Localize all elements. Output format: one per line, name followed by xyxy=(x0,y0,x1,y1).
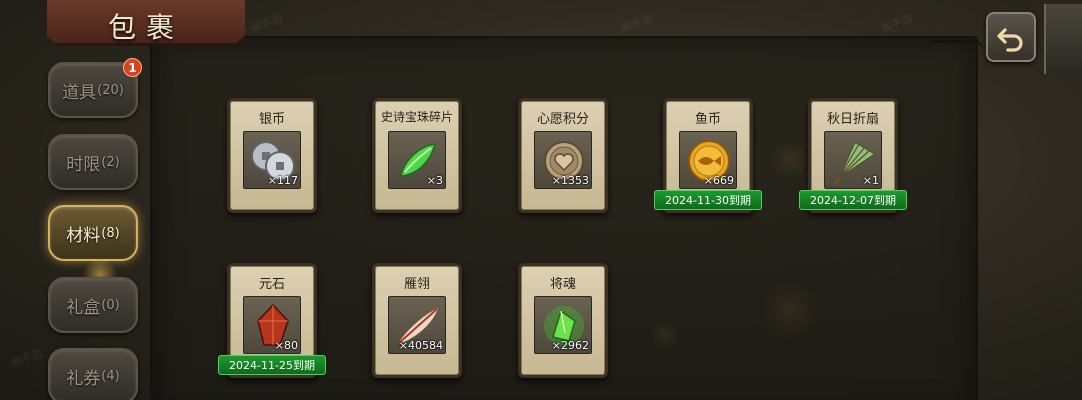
tab-count: (0) xyxy=(101,297,120,313)
back-arrow-icon xyxy=(997,28,1023,52)
item-quantity: ×1353 xyxy=(551,174,589,187)
expiry-tag: 2024-11-30到期 xyxy=(654,190,762,210)
tab-coupons[interactable]: 礼券 (4) xyxy=(48,348,138,400)
item-quantity: ×3 xyxy=(426,174,443,187)
expiry-tag: 2024-11-25到期 xyxy=(218,355,326,375)
item-quantity: ×40584 xyxy=(398,339,443,352)
notification-badge: 1 xyxy=(123,58,142,77)
tab-giftbox[interactable]: 礼盒 (0) xyxy=(48,277,138,333)
item-icon-frame: ×117 xyxy=(243,131,301,189)
tab-materials[interactable]: 材料 (8) xyxy=(48,205,138,261)
item-name: 将魂 xyxy=(549,277,576,292)
tab-count: (20) xyxy=(97,82,124,98)
tab-timed[interactable]: 时限 (2) xyxy=(48,134,138,190)
item-icon-frame: ×1353 xyxy=(534,131,592,189)
item-quantity: ×117 xyxy=(267,174,298,187)
back-button[interactable] xyxy=(986,12,1036,62)
item-card[interactable]: 雁翎 ×40584 xyxy=(372,263,462,378)
item-name: 元石 xyxy=(258,277,285,292)
item-name: 心愿积分 xyxy=(536,112,589,127)
item-name: 雁翎 xyxy=(403,277,430,292)
expiry-tag: 2024-12-07到期 xyxy=(799,190,907,210)
item-icon-frame: ×80 xyxy=(243,296,301,354)
page-title: 包裹 xyxy=(108,11,185,44)
item-icon-frame: ×669 xyxy=(679,131,737,189)
item-quantity: ×1 xyxy=(862,174,879,187)
panel-ornament xyxy=(927,40,983,62)
tab-count: (4) xyxy=(101,368,120,384)
item-name: 秋日折扇 xyxy=(826,112,879,127)
item-icon-frame: ×3 xyxy=(388,131,446,189)
watermark: 闻手游 xyxy=(248,11,285,36)
tab-label: 材料 xyxy=(66,225,101,246)
tab-label: 道具 xyxy=(62,82,97,103)
watermark: 闻手游 xyxy=(8,346,45,371)
item-icon-frame: ×40584 xyxy=(388,296,446,354)
item-card[interactable]: 心愿积分 ×1353 xyxy=(518,98,608,213)
tab-label: 礼盒 xyxy=(66,297,101,318)
side-frame-ornament xyxy=(1044,4,1082,74)
item-icon-frame: ×2962 xyxy=(534,296,592,354)
item-quantity: ×669 xyxy=(703,174,734,187)
watermark: 闻手游 xyxy=(618,11,655,36)
watermark: 闻手游 xyxy=(878,11,915,36)
tab-label: 时限 xyxy=(66,154,101,175)
tab-count: (2) xyxy=(101,154,120,170)
item-name: 鱼币 xyxy=(694,112,721,127)
item-quantity: ×80 xyxy=(274,339,298,352)
item-name: 史诗宝珠碎片 xyxy=(380,110,453,124)
item-card[interactable]: 史诗宝珠碎片 ×3 xyxy=(372,98,462,213)
item-card[interactable]: 将魂 ×2962 xyxy=(518,263,608,378)
item-quantity: ×2962 xyxy=(551,339,589,352)
tab-label: 礼券 xyxy=(66,368,101,389)
item-name: 银币 xyxy=(258,112,285,127)
item-card[interactable]: 银币 ×117 xyxy=(227,98,317,213)
tab-count: (8) xyxy=(101,225,120,241)
item-icon-frame: ×1 xyxy=(824,131,882,189)
